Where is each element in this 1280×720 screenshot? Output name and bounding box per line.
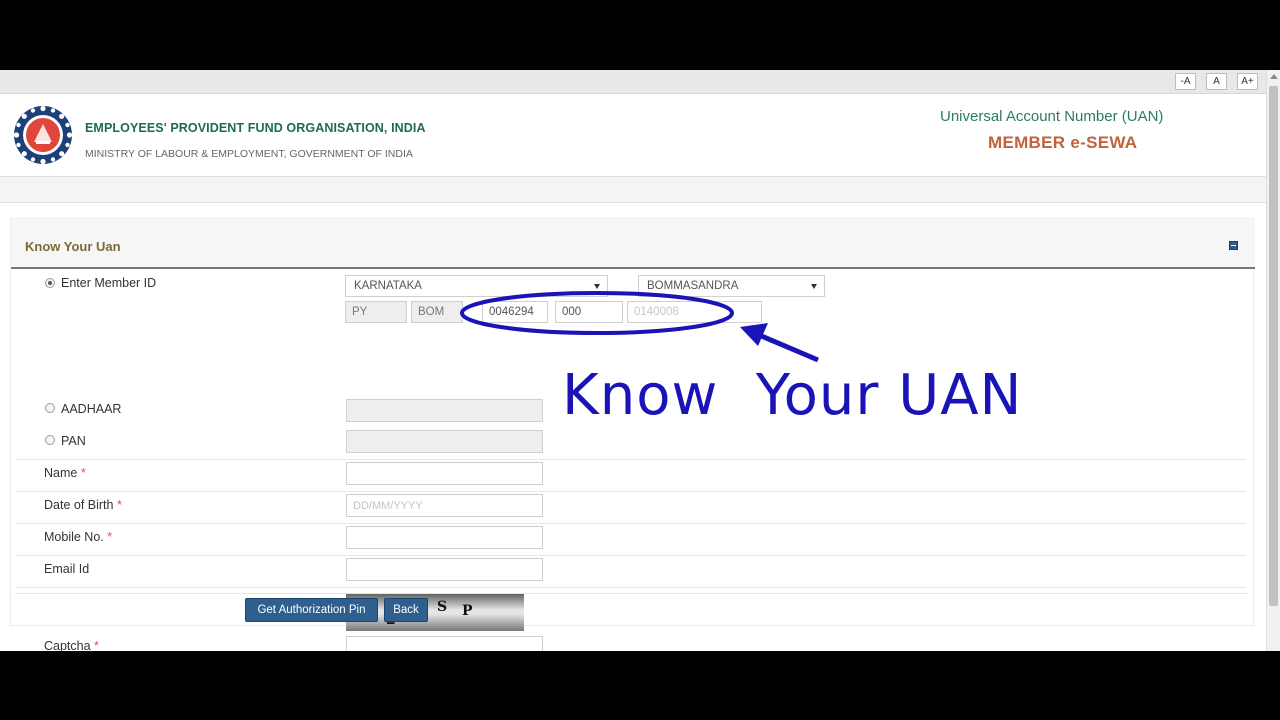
- highlight-ellipse: [460, 291, 734, 335]
- annotation-overlay: [460, 291, 819, 363]
- browser-viewport: -A A A+ EMPLOYEES' PROVIDENT FUND ORGANI…: [0, 70, 1280, 651]
- vertical-scrollbar[interactable]: [1266, 70, 1280, 651]
- scroll-thumb[interactable]: [1269, 86, 1278, 606]
- annotation-title: Know Your UAN: [562, 363, 1023, 428]
- scroll-up-icon[interactable]: [1270, 74, 1278, 79]
